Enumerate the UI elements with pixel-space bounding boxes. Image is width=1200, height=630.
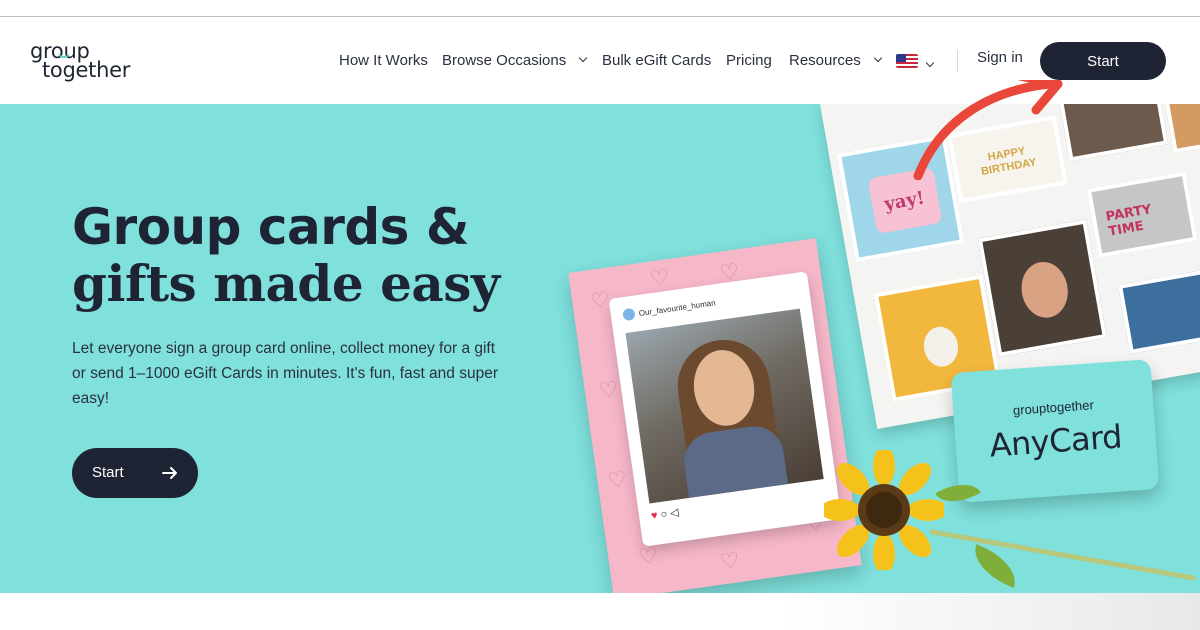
locale-dropdown[interactable] [925, 54, 935, 76]
party-time-text: PARTY TIME [1104, 202, 1153, 240]
nav-how-it-works[interactable]: How It Works [339, 49, 428, 71]
post-reaction-icons: ♥○◁ [650, 506, 683, 523]
nav-divider [957, 50, 958, 72]
logo-line-2: together [42, 58, 131, 82]
annotation-arrow-icon [913, 80, 1063, 180]
hero-subtitle: Let everyone sign a group card online, c… [72, 340, 499, 407]
profile-avatar-icon [622, 307, 636, 322]
sunflower-stem [929, 529, 1196, 581]
us-flag-icon[interactable] [896, 54, 918, 68]
nav-pricing[interactable]: Pricing [726, 49, 772, 71]
man-glasses-photo [977, 219, 1107, 357]
party-time-tile: PARTY TIME [1086, 171, 1198, 258]
woman-photo [625, 308, 824, 504]
heart-icon: ♡ [636, 543, 660, 571]
chevron-down-icon [873, 53, 882, 63]
heart-icon: ♡ [597, 377, 621, 405]
social-post-card: Our_favourite_human ♥○◁ [608, 271, 842, 547]
chevron-down-icon [578, 53, 588, 63]
nav-bulk-egift-cards-label: Bulk eGift Cards [602, 51, 712, 69]
kitten-shape [920, 324, 962, 370]
man-face [1017, 258, 1073, 322]
grouptogether-logo[interactable]: group together [30, 39, 140, 85]
heart-icon: ♡ [605, 466, 630, 495]
chevron-down-icon [925, 58, 935, 68]
sign-in-link[interactable]: Sign in [977, 49, 1023, 66]
nav-browse-occasions-label: Browse Occasions [442, 51, 567, 69]
hero-title-line-1: Group cards & [72, 198, 469, 256]
heart-icon: ♡ [718, 548, 742, 576]
sunflower-icon [824, 450, 944, 570]
hero-title-line-2: gifts made easy [72, 254, 500, 313]
start-button-hero[interactable]: Start [72, 448, 198, 498]
post-handle: Our_favourite_human [638, 298, 717, 319]
nav-resources-label: Resources [789, 51, 861, 69]
leaf-icon [966, 544, 1024, 588]
dad-child-photo [1055, 104, 1169, 162]
heart-icon: ♡ [588, 287, 612, 316]
start-button-label: Start [92, 464, 124, 481]
flag-canton [896, 54, 906, 62]
arrow-right-icon [162, 467, 177, 479]
below-fold-band [0, 593, 1200, 630]
nav-bulk-egift-cards[interactable]: Bulk eGift Cards [602, 49, 711, 71]
nav-browse-occasions[interactable]: Browse Occasions [442, 49, 588, 71]
anycard-gift-card: grouptogether AnyCard [950, 359, 1160, 503]
heart-icon: ♡ [648, 265, 672, 293]
nav-pricing-label: Pricing [726, 51, 772, 69]
anycard-name: AnyCard [988, 417, 1124, 465]
nav-how-it-works-label: How It Works [339, 51, 428, 69]
couple-photo [1117, 267, 1200, 354]
start-button-header[interactable]: Start [1040, 42, 1166, 80]
nav-resources[interactable]: Resources [789, 49, 882, 71]
